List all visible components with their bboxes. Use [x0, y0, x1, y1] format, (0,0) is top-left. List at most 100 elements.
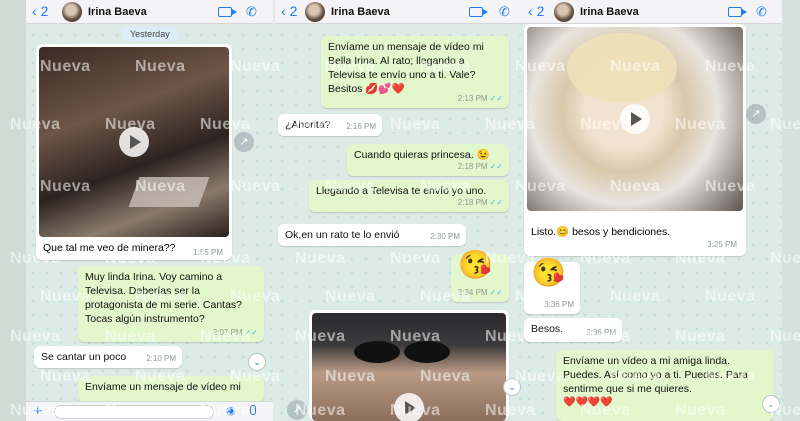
back-button[interactable]: ‹ 2 [32, 3, 48, 19]
incoming-message: Se cantar un poco 2:10 PM [34, 346, 182, 368]
watermark-text: Nueva [200, 250, 251, 267]
watermark-text: Nueva [485, 250, 536, 267]
contact-name[interactable]: Irina Baeva [88, 6, 147, 18]
watermark-text: Nueva [295, 250, 346, 267]
phone-icon[interactable]: ✆ [246, 4, 257, 20]
contact-name[interactable]: Irina Baeva [580, 6, 639, 18]
watermark-text: Nueva [485, 328, 536, 345]
watermark-text: Nueva [105, 250, 156, 267]
timestamp: 3:25 PM [707, 240, 737, 249]
watermark-text: Nueva [295, 116, 346, 133]
video-caption: Listo.😊 besos y bendiciones. [531, 226, 671, 238]
date-chip: Yesterday [122, 27, 178, 41]
watermark-text: Nueva [610, 368, 661, 385]
watermark-text: Nueva [390, 328, 441, 345]
watermark-text: Nueva [295, 402, 346, 419]
watermark-text: Nueva [10, 250, 61, 267]
video-call-icon[interactable] [728, 7, 747, 17]
watermark-text: Nueva [420, 288, 471, 305]
timestamp: 2:16 PM [346, 122, 376, 131]
watermark-text: Nueva [105, 328, 156, 345]
watermark-text: Nueva [515, 58, 566, 75]
watermark-text: Nueva [10, 116, 61, 133]
watermark-text: Nueva [675, 116, 726, 133]
watermark-text: Nueva [40, 178, 91, 195]
watermark-text: Nueva [610, 288, 661, 305]
read-ticks-icon: ✓✓ [489, 198, 503, 207]
watermark-text: Nueva [485, 116, 536, 133]
watermark-text: Nueva [200, 328, 251, 345]
watermark-text: Nueva [230, 288, 281, 305]
avatar[interactable] [305, 2, 325, 22]
forward-icon[interactable]: ↗ [234, 132, 254, 152]
watermark-text: Nueva [325, 58, 376, 75]
watermark-text: Nueva [610, 58, 661, 75]
contact-name[interactable]: Irina Baeva [331, 6, 390, 18]
incoming-message: Ok,en un rato te lo envió 2:30 PM [278, 224, 466, 246]
watermark-text: Nueva [705, 178, 756, 195]
phone-icon[interactable]: ✆ [499, 4, 510, 20]
chat-header: ‹ 2 Irina Baeva ✆ [522, 0, 782, 24]
read-ticks-icon: ✓✓ [489, 288, 503, 297]
watermark-text: Nueva [230, 368, 281, 385]
timestamp-value: 2:18 PM [457, 198, 488, 207]
watermark-text: Nueva [40, 288, 91, 305]
watermark-text: Nueva [230, 58, 281, 75]
watermark-text: Nueva [770, 250, 800, 267]
watermark-text: Nueva [325, 178, 376, 195]
watermark-text: Nueva [325, 368, 376, 385]
forward-icon[interactable]: ↗ [746, 104, 766, 124]
watermark-text: Nueva [105, 402, 156, 419]
right-margin [782, 0, 800, 421]
left-margin [0, 0, 26, 421]
watermark-text: Nueva [580, 116, 631, 133]
watermark-text: Nueva [390, 116, 441, 133]
watermark-text: Nueva [200, 402, 251, 419]
timestamp: 2:13 PM ✓✓ [458, 92, 503, 106]
kiss-emoji: 😘 [531, 257, 566, 288]
video-caption-row: Listo.😊 besos y bendiciones. 3:25 PM [527, 211, 743, 251]
video-call-icon[interactable] [469, 7, 488, 17]
watermark-text: Nueva [580, 250, 631, 267]
watermark-text: Nueva [675, 250, 726, 267]
watermark-text: Nueva [40, 58, 91, 75]
watermark-text: Nueva [135, 58, 186, 75]
back-button[interactable]: ‹ 2 [281, 3, 297, 19]
watermark-text: Nueva [325, 288, 376, 305]
watermark-text: Nueva [515, 178, 566, 195]
message-text: Se cantar un poco [41, 351, 127, 363]
timestamp-value: 2:13 PM [457, 94, 488, 103]
microphone-icon[interactable] [250, 405, 256, 415]
watermark-text: Nueva [770, 328, 800, 345]
timestamp: 2:10 PM [146, 354, 176, 363]
video-call-icon[interactable] [218, 7, 237, 17]
back-count: 2 [40, 3, 49, 19]
watermark-text: Nueva [135, 288, 186, 305]
watermark-text: Nueva [515, 288, 566, 305]
back-count: 2 [289, 3, 298, 19]
watermark-text: Nueva [10, 402, 61, 419]
timestamp-value: 2:18 PM [457, 162, 488, 171]
watermark-text: Nueva [135, 178, 186, 195]
watermark-text: Nueva [580, 328, 631, 345]
watermark-text: Nueva [420, 178, 471, 195]
watermark-text: Nueva [105, 116, 156, 133]
watermark-text: Nueva [200, 116, 251, 133]
message-text: Ok,en un rato te lo envió [285, 229, 400, 241]
watermark-text: Nueva [420, 58, 471, 75]
watermark-text: Nueva [770, 402, 800, 419]
watermark-text: Nueva [580, 402, 631, 419]
timestamp: 2:30 PM [430, 232, 460, 241]
phone-icon[interactable]: ✆ [756, 4, 767, 20]
back-button[interactable]: ‹ 2 [528, 3, 544, 19]
avatar[interactable] [62, 2, 82, 22]
video-message[interactable]: Que tal me veo de minera?? 1:55 PM [36, 44, 232, 260]
watermark-text: Nueva [705, 288, 756, 305]
avatar[interactable] [554, 2, 574, 22]
watermark-text: Nueva [420, 368, 471, 385]
outgoing-message: Cuando quieras princesa. 😉 2:18 PM ✓✓ [347, 144, 509, 176]
watermark-text: Nueva [230, 178, 281, 195]
timestamp: 2:18 PM ✓✓ [458, 196, 503, 210]
message-text: Besos. [531, 323, 564, 335]
timestamp: 2:18 PM ✓✓ [458, 160, 503, 174]
